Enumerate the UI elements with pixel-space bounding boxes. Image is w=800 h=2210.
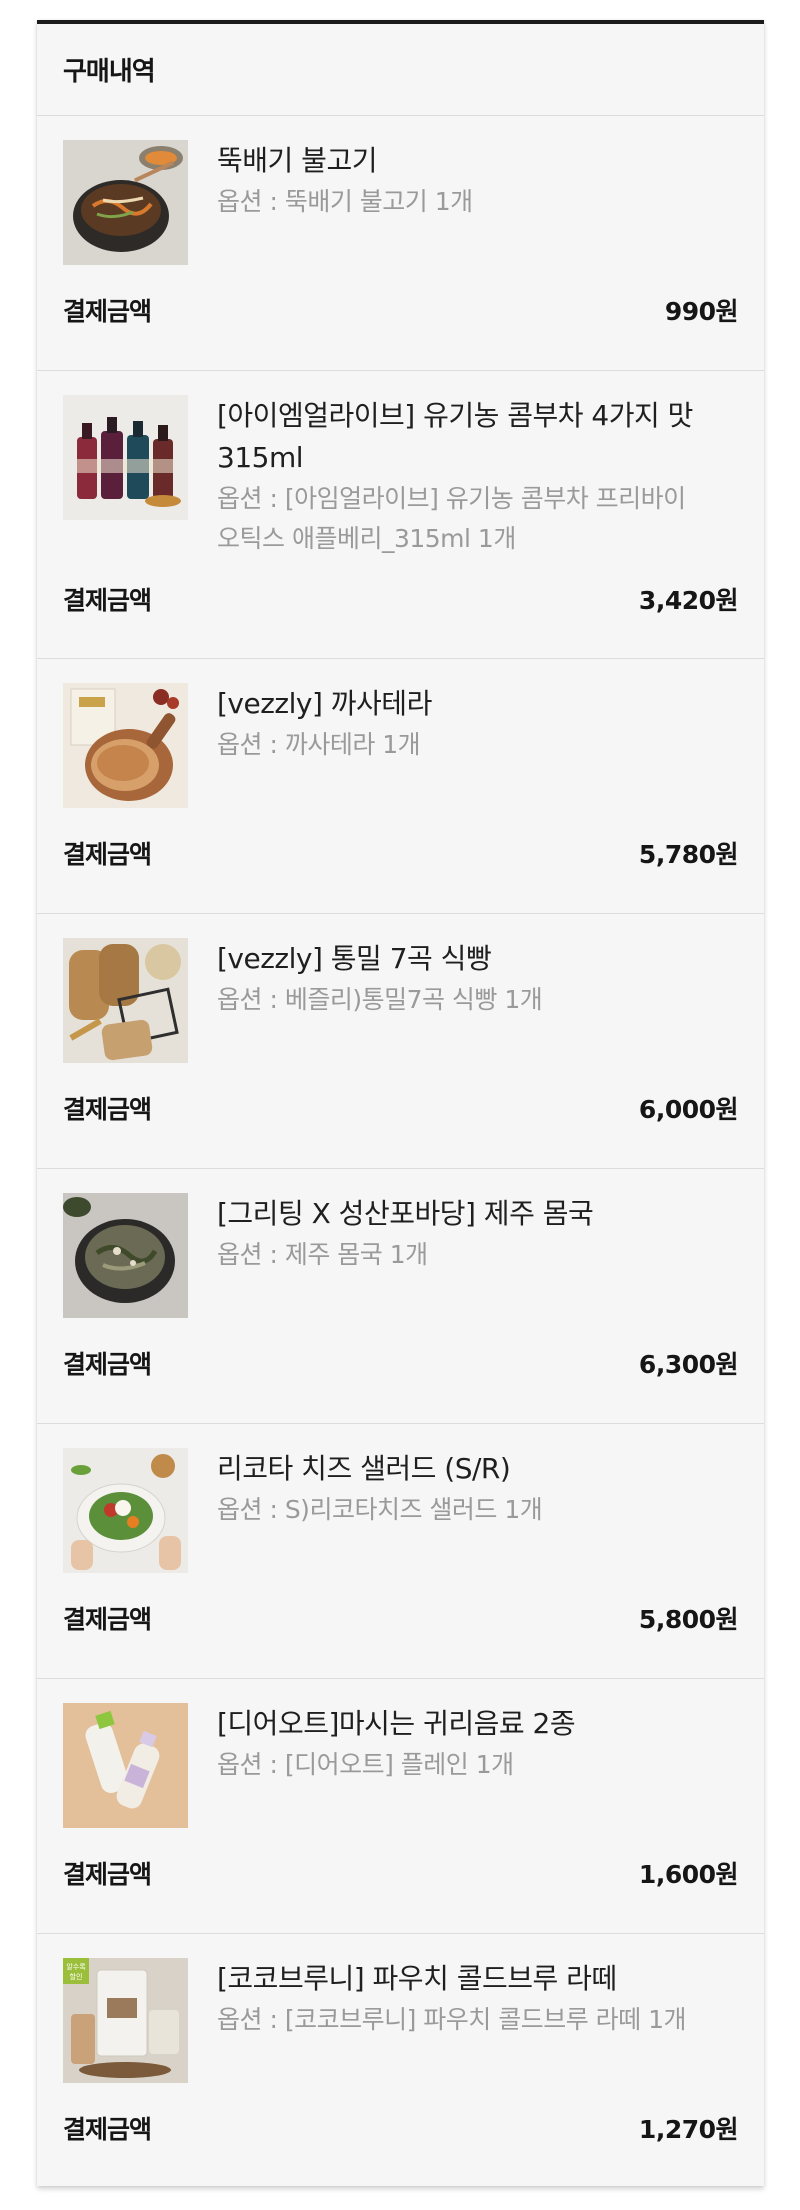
kombucha-bottles-image[interactable] <box>63 395 188 520</box>
purchase-item[interactable]: [그리팅 X 성산포바당] 제주 몸국 옵션 : 제주 몸국 1개 결제금액 6… <box>37 1169 764 1424</box>
payment-label: 결제금액 <box>63 297 152 326</box>
item-title: [디어오트]마시는 귀리음료 2종 <box>217 1707 576 1740</box>
bulgogi-pot-image[interactable] <box>63 140 188 265</box>
payment-label: 결제금액 <box>63 1860 152 1889</box>
page-title: 구매내역 <box>37 24 764 116</box>
oat-drink-bottles-image[interactable] <box>63 1703 188 1828</box>
item-option: 옵션 : 뚝배기 불고기 1개 <box>217 187 473 216</box>
payment-amount: 6,300원 <box>638 1350 739 1379</box>
item-info: [코코브루니] 파우치 콜드브루 라떼 옵션 : [코코브루니] 파우치 콜드브… <box>217 1958 697 2040</box>
item-info: [vezzly] 까사테라 옵션 : 까사테라 1개 <box>217 683 697 765</box>
item-option: 옵션 : S)리코타치즈 샐러드 1개 <box>217 1495 543 1524</box>
payment-amount: 990원 <box>664 297 739 326</box>
item-option: 옵션 : [아임얼라이브] 유기농 콤부차 프리바이오틱스 애플베리_315ml… <box>217 484 686 553</box>
payment-label: 결제금액 <box>63 586 152 615</box>
payment-amount: 5,780원 <box>638 840 739 869</box>
bread-board-image[interactable] <box>63 683 188 808</box>
payment-label: 결제금액 <box>63 1605 152 1634</box>
wholewheat-bread-image[interactable] <box>63 938 188 1063</box>
item-info: [그리팅 X 성산포바당] 제주 몸국 옵션 : 제주 몸국 1개 <box>217 1193 697 1275</box>
purchase-item[interactable]: 알수록 할인 [코코브루니] 파우치 콜드브루 라떼 옵션 : [코코브루니] … <box>37 1934 764 2189</box>
payment-label: 결제금액 <box>63 2115 152 2144</box>
item-info: [vezzly] 통밀 7곡 식빵 옵션 : 베즐리)통밀7곡 식빵 1개 <box>217 938 697 1020</box>
item-info: [디어오트]마시는 귀리음료 2종 옵션 : [디어오트] 플레인 1개 <box>217 1703 697 1785</box>
momguk-soup-image[interactable] <box>63 1193 188 1318</box>
payment-label: 결제금액 <box>63 1095 152 1124</box>
payment-amount: 1,270원 <box>638 2115 739 2144</box>
purchase-item[interactable]: 리코타 치즈 샐러드 (S/R) 옵션 : S)리코타치즈 샐러드 1개 결제금… <box>37 1424 764 1679</box>
item-title: 뚝배기 불고기 <box>217 144 377 177</box>
purchase-history-card: 구매내역 뚝배기 불고기 옵션 : 뚝배기 불고기 1개 결제금액 990원 [… <box>37 20 764 2186</box>
payment-label: 결제금액 <box>63 1350 152 1379</box>
item-option: 옵션 : [디어오트] 플레인 1개 <box>217 1750 514 1779</box>
purchase-item[interactable]: [vezzly] 까사테라 옵션 : 까사테라 1개 결제금액 5,780원 <box>37 659 764 914</box>
item-option: 옵션 : 까사테라 1개 <box>217 730 421 759</box>
ricotta-salad-image[interactable] <box>63 1448 188 1573</box>
item-option: 옵션 : [코코브루니] 파우치 콜드브루 라떼 1개 <box>217 2005 687 2034</box>
payment-amount: 1,600원 <box>638 1860 739 1889</box>
coldbrew-pouch-image[interactable]: 알수록 할인 <box>63 1958 188 2083</box>
item-option: 옵션 : 제주 몸국 1개 <box>217 1240 428 1269</box>
item-title: [아이엠얼라이브] 유기농 콤부차 4가지 맛 315ml <box>217 399 693 474</box>
payment-amount: 5,800원 <box>638 1605 739 1634</box>
item-title: 리코타 치즈 샐러드 (S/R) <box>217 1452 511 1485</box>
purchase-item[interactable]: [디어오트]마시는 귀리음료 2종 옵션 : [디어오트] 플레인 1개 결제금… <box>37 1679 764 1934</box>
item-title: [vezzly] 통밀 7곡 식빵 <box>217 942 492 975</box>
item-option: 옵션 : 베즐리)통밀7곡 식빵 1개 <box>217 985 543 1014</box>
item-info: 뚝배기 불고기 옵션 : 뚝배기 불고기 1개 <box>217 140 697 222</box>
item-title: [vezzly] 까사테라 <box>217 687 432 720</box>
payment-amount: 6,000원 <box>638 1095 739 1124</box>
payment-label: 결제금액 <box>63 840 152 869</box>
item-info: [아이엠얼라이브] 유기농 콤부차 4가지 맛 315ml 옵션 : [아임얼라… <box>217 395 697 559</box>
discount-badge-line2: 할인 <box>70 1972 83 1981</box>
item-info: 리코타 치즈 샐러드 (S/R) 옵션 : S)리코타치즈 샐러드 1개 <box>217 1448 697 1530</box>
item-title: [그리팅 X 성산포바당] 제주 몸국 <box>217 1197 594 1230</box>
payment-amount: 3,420원 <box>638 586 739 615</box>
purchase-item[interactable]: [아이엠얼라이브] 유기농 콤부차 4가지 맛 315ml 옵션 : [아임얼라… <box>37 371 764 659</box>
purchase-item[interactable]: [vezzly] 통밀 7곡 식빵 옵션 : 베즐리)통밀7곡 식빵 1개 결제… <box>37 914 764 1169</box>
discount-badge-line1: 알수록 <box>66 1962 86 1971</box>
purchase-item[interactable]: 뚝배기 불고기 옵션 : 뚝배기 불고기 1개 결제금액 990원 <box>37 116 764 371</box>
item-title: [코코브루니] 파우치 콜드브루 라떼 <box>217 1962 617 1995</box>
